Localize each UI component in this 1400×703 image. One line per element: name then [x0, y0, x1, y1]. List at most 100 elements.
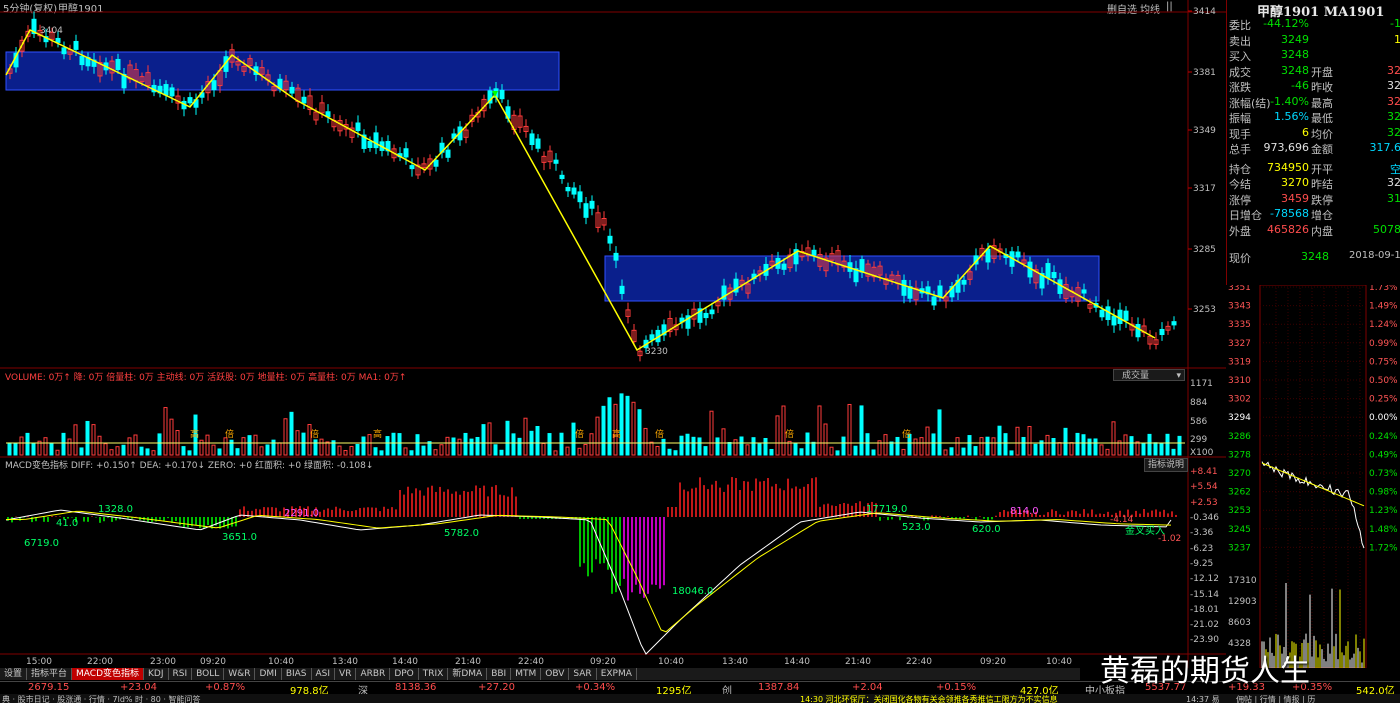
tab-18[interactable]: SAR — [569, 668, 597, 680]
volume-bar — [739, 436, 744, 456]
quote-value-2: 32 — [1387, 94, 1400, 108]
quote-label-2: 最高 — [1311, 96, 1333, 110]
volume-bar — [619, 393, 624, 456]
volume-bar — [199, 439, 204, 456]
mini-price-line — [1261, 461, 1365, 549]
last-price-label: 现价 — [1229, 252, 1251, 265]
candle-body — [1171, 321, 1177, 326]
tab-1[interactable]: 指标平台 — [27, 668, 73, 680]
intraday-mini-chart[interactable]: 3351 3343 3335 3327 3319 3310 3302 3294 3286 3278… — [1226, 285, 1400, 668]
quote-value-2: 1 — [1361, 33, 1400, 46]
tab-12[interactable]: DPO — [390, 668, 419, 680]
volume-bar — [1003, 433, 1008, 456]
tab-2[interactable]: MACD变色指标 — [72, 668, 145, 680]
candle-body — [211, 80, 217, 91]
tab-9[interactable]: ASI — [312, 668, 336, 680]
volume-bar — [553, 450, 558, 456]
volume-bar — [919, 437, 924, 456]
volume-bar — [337, 445, 342, 456]
candle-body — [553, 159, 559, 164]
quote-value-2: 32 — [1387, 110, 1400, 123]
tab-15[interactable]: BBI — [487, 668, 512, 680]
tab-6[interactable]: W&R — [224, 668, 256, 680]
volume-indicator-dropdown[interactable]: 成交量 ▾ — [1113, 369, 1185, 381]
mini-left-label: 3343 — [1228, 302, 1251, 312]
kline-chart-area[interactable]: 3404 3230 3414 3381 3349 3317 3285 3253 VOLUM… — [0, 0, 1226, 668]
status-shortcuts[interactable]: 典 · 股市日记 · 股涨通 · 行情 · 7ld% 时 · 80 · 智能问答 — [2, 694, 201, 703]
news-ticker[interactable]: 14:30 河北环保厅：关闭国化各物有关会领推各秀推信工限方为不实信息 — [800, 694, 1058, 703]
volume-bar — [169, 418, 174, 456]
high-price-marker: 3404 — [40, 26, 63, 36]
tab-8[interactable]: BIAS — [282, 668, 312, 680]
volume-bar — [607, 397, 612, 456]
volume-bar — [631, 401, 636, 456]
mini-left-label: 3286 — [1228, 432, 1251, 442]
candle-body — [607, 235, 613, 244]
status-right-links[interactable]: 佣帖 | 行情 | 情报 | 历 — [1236, 694, 1315, 703]
tab-5[interactable]: BOLL — [192, 668, 225, 680]
quote-value: 465826 — [1267, 222, 1309, 236]
volume-bar — [913, 438, 918, 456]
tab-4[interactable]: RSI — [169, 668, 193, 680]
volume-bar — [19, 436, 24, 456]
quote-value: -1.40% — [1270, 94, 1309, 108]
tab-3[interactable]: KDJ — [144, 668, 169, 680]
volume-bars: 高倍倍高倍高倍倍倍 — [7, 393, 1182, 456]
macd-axis-label: -3.36 — [1190, 528, 1214, 538]
volume-bar — [91, 424, 96, 456]
tab-11[interactable]: ARBR — [356, 668, 391, 680]
volume-bar — [493, 444, 498, 456]
time-axis-label: 14:40 — [392, 657, 418, 667]
volume-bar — [895, 436, 900, 456]
volume-header: VOLUME: 0万↑ 降: 0万 倍量柱: 0万 主动线: 0万 活跃股: 0… — [5, 371, 406, 383]
volume-bar — [1033, 443, 1038, 456]
volume-bar — [655, 445, 660, 456]
indicator-help-button[interactable]: 指标说明 — [1144, 458, 1188, 472]
candle-body — [781, 263, 787, 270]
volume-bar — [13, 443, 18, 456]
volume-bar — [691, 436, 696, 456]
quote-label-2: 增仓 — [1311, 209, 1333, 222]
candle-body — [589, 200, 595, 209]
volume-bar — [931, 433, 936, 456]
tab-10[interactable]: VR — [335, 668, 357, 680]
volume-tag: 倍 — [902, 428, 911, 440]
volume-bar — [1081, 434, 1086, 456]
candle-body — [163, 84, 169, 96]
volume-bar — [1027, 426, 1032, 456]
price-axis-label: 3349 — [1193, 126, 1216, 136]
quote-label-2: 均价 — [1311, 127, 1333, 141]
tab-13[interactable]: TRIX — [419, 668, 449, 680]
volume-bar — [181, 446, 186, 456]
tab-7[interactable]: DMI — [255, 668, 282, 680]
tab-17[interactable]: OBV — [541, 668, 570, 680]
candle-body — [931, 296, 937, 306]
mini-left-label: 8603 — [1228, 618, 1251, 628]
tab-16[interactable]: MTM — [511, 668, 542, 680]
tab-19[interactable]: EXPMA — [597, 668, 637, 680]
volume-bar — [871, 449, 876, 456]
candle-body — [1111, 315, 1117, 326]
tab-0[interactable]: 设置 — [0, 668, 28, 680]
index-a-change: +23.04 — [120, 682, 158, 693]
volume-bar — [1051, 438, 1056, 456]
mini-right-label: 0.00% — [1369, 413, 1398, 423]
low-price-marker: 3230 — [645, 347, 668, 357]
candle-body — [985, 248, 991, 263]
quote-label: 委比 — [1229, 19, 1251, 32]
volume-bar — [637, 409, 642, 456]
volume-bar — [187, 450, 192, 456]
candle-body — [559, 174, 565, 180]
volume-bar — [595, 416, 600, 456]
time-axis-label: 13:40 — [332, 657, 358, 667]
volume-bar — [265, 444, 270, 456]
tab-14[interactable]: 新DMA — [448, 668, 488, 680]
volume-bar — [379, 450, 384, 456]
mini-left-label: 3310 — [1228, 376, 1251, 386]
macd-label: 41.0 — [56, 518, 78, 529]
volume-bar — [55, 449, 60, 456]
mini-right-label: 0.24% — [1369, 432, 1398, 442]
volume-bar — [259, 446, 264, 456]
volume-bar — [883, 434, 888, 456]
mini-right-label: 0.98% — [1369, 488, 1398, 498]
